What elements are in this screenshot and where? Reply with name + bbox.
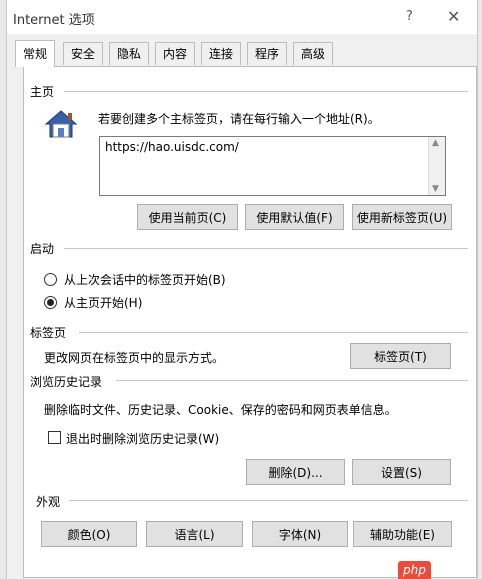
use-current-button[interactable]: 使用当前页(C) [137,204,238,230]
homepage-url-textarea[interactable]: https://hao.uisdc.com/ ▲ ▼ [99,136,446,196]
tabs-description: 更改网页在标签页中的显示方式。 [44,351,225,365]
tab-connections[interactable]: 连接 [201,42,242,65]
close-button[interactable]: ✕ [447,7,460,26]
scroll-down-arrow-icon[interactable]: ▼ [432,184,439,194]
tab-security[interactable]: 安全 [63,42,104,65]
php-watermark-logo: php [398,561,431,579]
appearance-section-label: 外观 [36,495,61,509]
tabs-settings-button[interactable]: 标签页(T) [350,343,451,369]
internet-options-dialog: Internet 选项 ? ✕ 常规 安全 隐私 内容 连接 程序 高级 主页 … [6,0,478,579]
tab-privacy[interactable]: 隐私 [109,42,150,65]
tab-programs[interactable]: 程序 [247,42,288,65]
history-settings-button[interactable]: 设置(S) [352,459,451,485]
tab-content[interactable]: 内容 [155,42,196,65]
delete-history-on-exit-label[interactable]: 退出时删除浏览历史记录(W) [66,430,219,447]
use-new-tab-button[interactable]: 使用新标签页(U) [352,204,452,230]
startup-divider [64,248,468,249]
tab-general[interactable]: 常规 [15,40,56,67]
languages-button[interactable]: 语言(L) [146,521,243,547]
use-default-button[interactable]: 使用默认值(F) [245,204,344,230]
scroll-up-arrow-icon[interactable]: ▲ [432,138,439,148]
accessibility-button[interactable]: 辅助功能(E) [353,521,452,547]
tab-advanced[interactable]: 高级 [293,42,334,65]
help-button[interactable]: ? [406,9,413,24]
startup-section-label: 启动 [30,242,55,256]
history-description: 删除临时文件、历史记录、Cookie、保存的密码和网页表单信息。 [44,403,397,417]
colors-button[interactable]: 颜色(O) [41,521,137,547]
appearance-divider [69,500,468,501]
homepage-section-label: 主页 [30,85,55,99]
history-section-label: 浏览历史记录 [30,375,103,389]
tabs-section-label: 标签页 [30,326,67,340]
title-bar[interactable]: Internet 选项 ? ✕ [7,0,477,34]
radio-selected-dot [47,299,54,306]
startup-last-session-radio[interactable] [44,273,57,286]
delete-history-on-exit-checkbox[interactable] [48,431,61,444]
startup-homepage-label[interactable]: 从主页开始(H) [64,294,142,311]
textarea-scrollbar[interactable]: ▲ ▼ [428,137,445,195]
history-divider [116,380,468,381]
window-title: Internet 选项 [13,13,95,28]
startup-homepage-radio[interactable] [44,296,57,309]
homepage-divider [64,91,468,92]
tabs-divider [79,332,468,333]
house-icon [44,110,78,138]
startup-last-session-label[interactable]: 从上次会话中的标签页开始(B) [64,271,226,288]
delete-history-button[interactable]: 删除(D)... [246,459,345,485]
homepage-url-value: https://hao.uisdc.com/ [105,140,239,154]
homepage-instruction: 若要创建多个主标签页，请在每行输入一个地址(R)。 [98,112,380,126]
fonts-button[interactable]: 字体(N) [252,521,348,547]
general-tab-panel: 主页 若要创建多个主标签页，请在每行输入一个地址(R)。 https://hao… [23,66,477,578]
